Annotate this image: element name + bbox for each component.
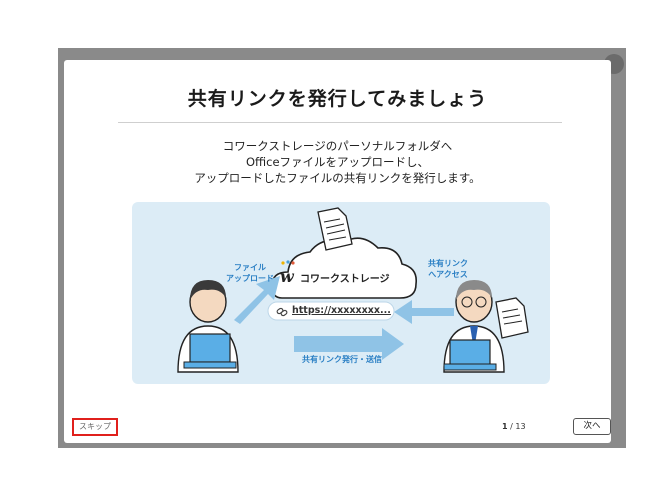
label-share-access: 共有リンク へアクセス: [428, 259, 468, 279]
page-current: 1: [502, 422, 508, 431]
brand-logo-icon: w: [280, 260, 295, 286]
modal-title: 共有リンクを発行してみましょう: [187, 88, 488, 110]
tutorial-modal: 共有リンクを発行してみましょう コワークストレージのパーソナルフォルダへ Off…: [64, 60, 611, 443]
label-file-upload: ファイル アップロード: [226, 263, 274, 283]
page-total: 13: [515, 422, 526, 431]
held-document-icon: [495, 297, 529, 339]
description-line-3: アップロードしたファイルの共有リンクを発行します。: [194, 171, 481, 185]
title-divider: [118, 122, 562, 123]
access-arrow: [394, 300, 454, 324]
skip-button[interactable]: スキップ: [72, 418, 118, 436]
share-url-text: https://xxxxxxxx...: [292, 305, 391, 316]
page-indicator: 1 / 13: [502, 422, 526, 431]
left-person-icon: [177, 280, 239, 373]
label-share-issue: 共有リンク発行・送信: [302, 355, 382, 364]
brand-name: コワークストレージ: [300, 274, 390, 285]
tutorial-illustration: w ファイル アップロード 共有リンク へアクセス 共有リンク発行・送信 コワー…: [132, 202, 550, 384]
modal-description: コワークストレージのパーソナルフォルダへ Officeファイルをアップロードし、…: [64, 138, 611, 186]
description-line-2: Officeファイルをアップロードし、: [245, 155, 430, 169]
right-person-icon: [443, 280, 505, 373]
svg-text:w: w: [280, 267, 295, 286]
description-line-1: コワークストレージのパーソナルフォルダへ: [222, 139, 453, 153]
next-button[interactable]: 次へ: [573, 418, 611, 435]
